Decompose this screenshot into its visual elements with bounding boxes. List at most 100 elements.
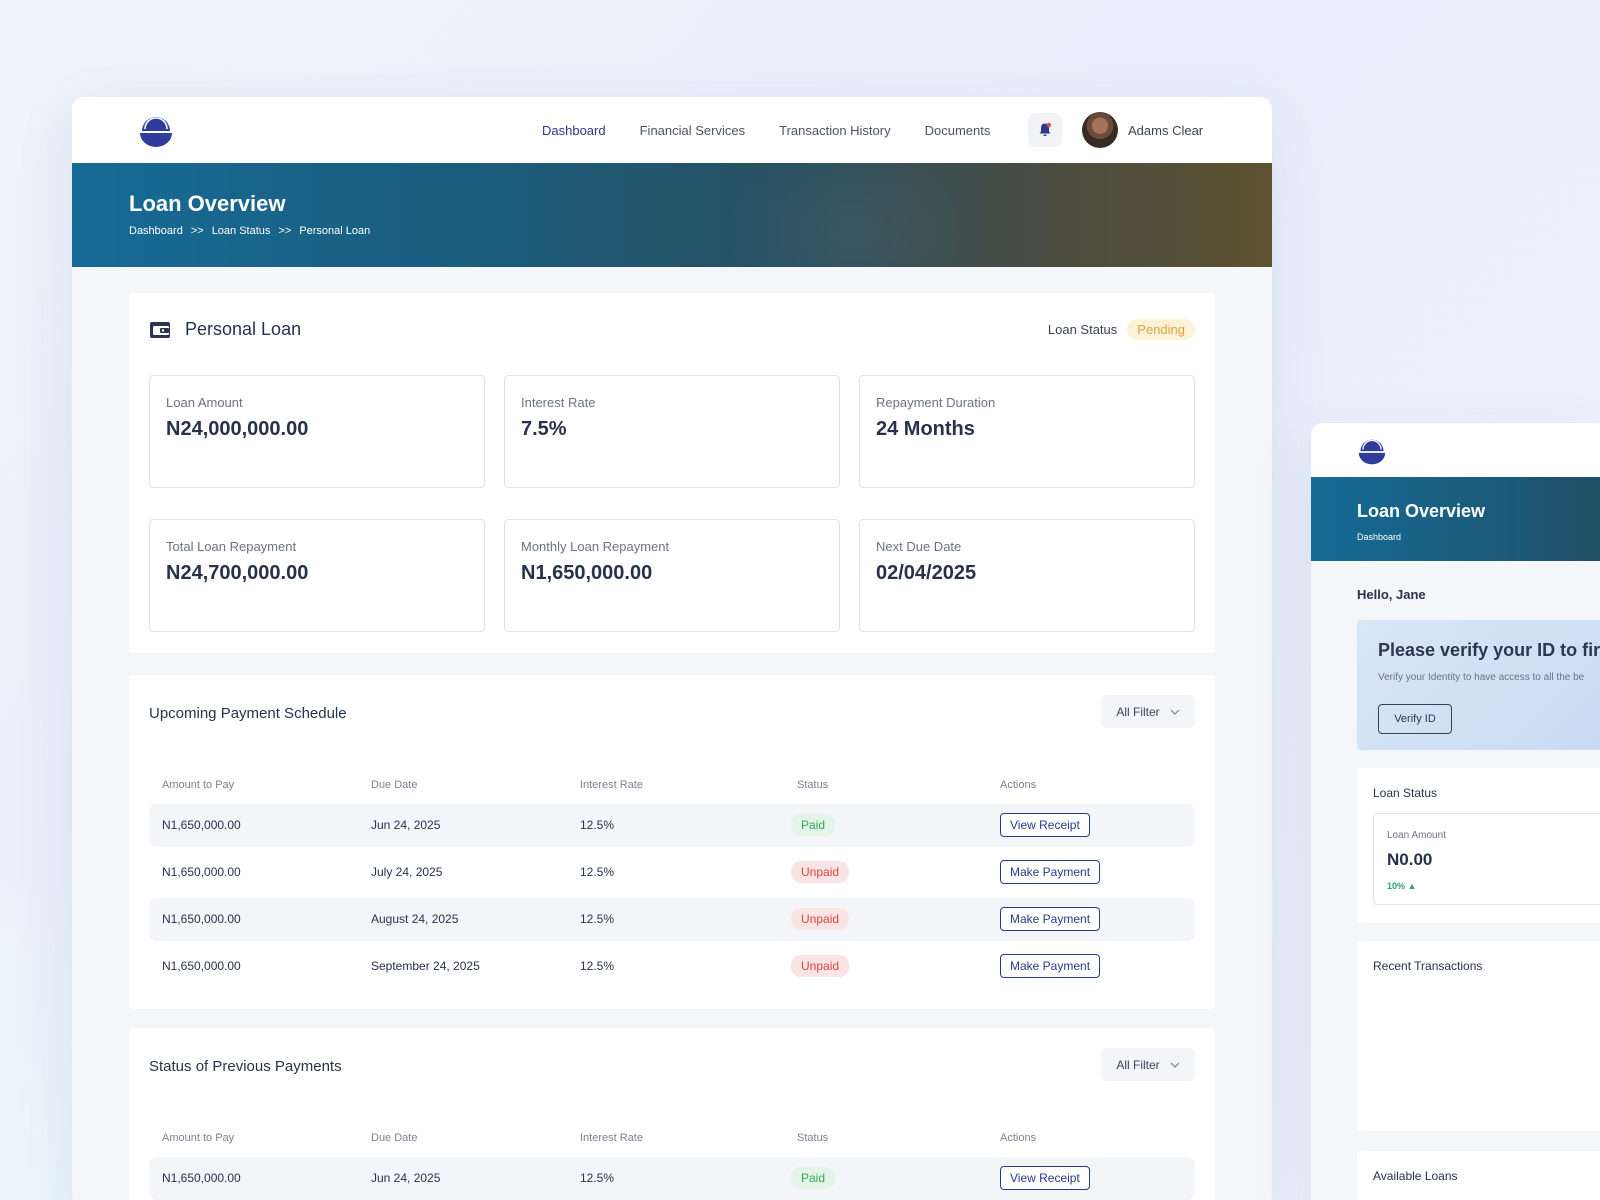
previous-payments: Status of Previous Payments All Filter A… (129, 1028, 1215, 1200)
stat-repayment-duration: Repayment Duration 24 Months (859, 375, 1195, 488)
rate-cell: 12.5% (580, 1171, 615, 1185)
view-receipt-button[interactable]: View Receipt (1000, 813, 1090, 837)
loan-status: Loan Status Pending (1048, 319, 1195, 340)
make-payment-button[interactable]: Make Payment (1000, 907, 1101, 931)
amount-cell: N1,650,000.00 (162, 818, 241, 832)
breadcrumb-dashboard[interactable]: Dashboard (1357, 532, 1401, 542)
main-nav: Dashboard Financial Services Transaction… (542, 97, 990, 163)
status-badge: Unpaid (791, 908, 850, 930)
secondary-window: Loan Overview Dashboard Hello, Jane Plea… (1311, 423, 1600, 1200)
column-header: Status (797, 779, 829, 791)
section-title: Upcoming Payment Schedule (149, 705, 347, 722)
verify-id-banner: Please verify your ID to fir Verify your… (1357, 620, 1600, 750)
trend-value: 10% (1387, 881, 1406, 891)
table-header: Amount to Pay Due Date Interest Rate Sta… (149, 1132, 1195, 1152)
loan-status-card: Loan Status Loan Amount N0.00 10% ▲ (1357, 768, 1600, 923)
stat-value: N0.00 (1387, 850, 1433, 869)
page-title: Loan Overview (1357, 501, 1486, 521)
table-row: N1,650,000.00 Jun 24, 2025 12.5% Paid Vi… (149, 1157, 1195, 1200)
status-badge: Paid (791, 814, 836, 836)
stat-value: N24,700,000.00 (166, 562, 309, 584)
column-header: Interest Rate (580, 1132, 643, 1144)
upcoming-payment-schedule: Upcoming Payment Schedule All Filter Amo… (129, 675, 1215, 1009)
breadcrumb-loan-status[interactable]: Loan Status (212, 225, 271, 237)
available-loans-card: Available Loans (1357, 1151, 1600, 1200)
amount-cell: N1,650,000.00 (162, 912, 241, 926)
table-row: N1,650,000.00 July 24, 2025 12.5% Unpaid… (149, 851, 1195, 894)
avatar[interactable] (1082, 112, 1118, 148)
secondary-topbar (1311, 423, 1600, 477)
filter-dropdown[interactable]: All Filter (1101, 1048, 1195, 1081)
section-title: Available Loans (1373, 1169, 1458, 1183)
arrow-up-icon: ▲ (1407, 881, 1417, 891)
column-header: Due Date (371, 1132, 418, 1144)
loan-header: Personal Loan (149, 319, 301, 340)
bell-icon (1039, 122, 1051, 137)
verify-title: Please verify your ID to fir (1378, 640, 1600, 660)
status-badge: Paid (791, 1167, 836, 1189)
rate-cell: 12.5% (580, 818, 615, 832)
stat-label: Next Due Date (876, 539, 962, 554)
amount-cell: N1,650,000.00 (162, 865, 241, 879)
column-header: Amount to Pay (162, 1132, 235, 1144)
nav-financial-services[interactable]: Financial Services (640, 123, 746, 138)
stat-loan-amount: Loan Amount N24,000,000.00 (149, 375, 485, 488)
stat-value: N1,650,000.00 (521, 562, 653, 584)
filter-dropdown[interactable]: All Filter (1101, 695, 1195, 728)
stat-label: Monthly Loan Repayment (521, 539, 670, 554)
section-title: Recent Transactions (1373, 959, 1483, 973)
page-header-banner: Loan Overview Dashboard >> Loan Status >… (72, 163, 1272, 267)
column-header: Interest Rate (580, 779, 643, 791)
filter-label: All Filter (1116, 1057, 1160, 1072)
status-badge: Pending (1127, 319, 1195, 340)
rate-cell: 12.5% (580, 865, 615, 879)
page-title: Loan Overview (129, 191, 286, 216)
date-cell: September 24, 2025 (371, 959, 480, 973)
amount-cell: N1,650,000.00 (162, 959, 241, 973)
breadcrumb-personal-loan: Personal Loan (299, 225, 371, 237)
user-name[interactable]: Adams Clear (1128, 123, 1203, 138)
main-window: Dashboard Financial Services Transaction… (72, 97, 1272, 1200)
date-cell: Jun 24, 2025 (371, 818, 441, 832)
nav-transaction-history[interactable]: Transaction History (779, 123, 891, 138)
breadcrumb-separator: >> (190, 225, 204, 237)
trend-indicator: 10% ▲ (1387, 881, 1416, 891)
status-badge: Unpaid (791, 861, 850, 883)
nav-documents[interactable]: Documents (925, 123, 991, 138)
rate-cell: 12.5% (580, 959, 615, 973)
stat-loan-amount: Loan Amount N0.00 10% ▲ (1373, 813, 1600, 905)
recent-transactions-card: Recent Transactions (1357, 941, 1600, 1131)
breadcrumb: Dashboard >> Loan Status >> Personal Loa… (129, 225, 370, 237)
column-header: Due Date (371, 779, 418, 791)
column-header: Amount to Pay (162, 779, 235, 791)
date-cell: July 24, 2025 (371, 865, 443, 879)
wallet-icon (150, 321, 170, 338)
notification-button[interactable] (1028, 113, 1062, 147)
chevron-down-icon (1170, 1062, 1180, 1068)
user-menu[interactable]: Adams Clear (1082, 112, 1203, 148)
table-row: N1,650,000.00 Jun 24, 2025 12.5% Paid Vi… (149, 804, 1195, 847)
make-payment-button[interactable]: Make Payment (1000, 860, 1101, 884)
nav-dashboard[interactable]: Dashboard (542, 123, 606, 138)
column-header: Actions (1000, 1132, 1037, 1144)
app-logo-icon[interactable] (1357, 438, 1387, 466)
stat-total-loan-repayment: Total Loan Repayment N24,700,000.00 (149, 519, 485, 632)
stat-label: Loan Amount (166, 395, 243, 410)
app-logo-icon[interactable] (138, 115, 174, 149)
stat-value: 24 Months (876, 418, 975, 440)
filter-label: All Filter (1116, 704, 1160, 719)
loan-title: Personal Loan (185, 319, 302, 339)
greeting: Hello, Jane (1357, 587, 1426, 602)
status-badge: Unpaid (791, 955, 850, 977)
rate-cell: 12.5% (580, 912, 615, 926)
make-payment-button[interactable]: Make Payment (1000, 954, 1101, 978)
verify-id-button[interactable]: Verify ID (1378, 704, 1452, 734)
stat-value: 02/04/2025 (876, 562, 977, 584)
view-receipt-button[interactable]: View Receipt (1000, 1166, 1090, 1190)
table-header: Amount to Pay Due Date Interest Rate Sta… (149, 779, 1195, 799)
table-row: N1,650,000.00 August 24, 2025 12.5% Unpa… (149, 898, 1195, 941)
stat-label: Total Loan Repayment (166, 539, 297, 554)
breadcrumb-dashboard[interactable]: Dashboard (129, 225, 183, 237)
stat-label: Repayment Duration (876, 395, 996, 410)
stat-monthly-loan-repayment: Monthly Loan Repayment N1,650,000.00 (504, 519, 840, 632)
